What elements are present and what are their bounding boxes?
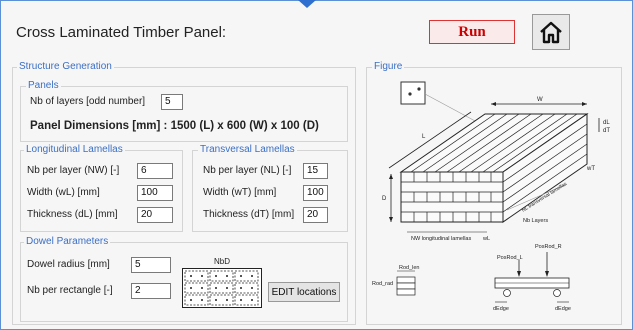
fig-label-edge-left: dEdge	[493, 306, 509, 312]
app-title: Cross Laminated Timber Panel:	[16, 24, 227, 41]
dowel-nb-label: Nb per rectangle [-]	[27, 285, 113, 296]
home-icon	[540, 21, 562, 44]
fig-label-l: L	[422, 134, 426, 140]
top-tab-marker	[298, 0, 316, 8]
fig-label-dl: dL	[603, 120, 610, 126]
fig-label-nb-layers: Nb Layers	[523, 218, 548, 224]
long-nb-input[interactable]: 6	[137, 163, 173, 179]
long-nb-label: Nb per layer (NW) [-]	[27, 165, 120, 176]
dowel-legend: Dowel Parameters	[24, 236, 111, 248]
trans-nb-label: Nb per layer (NL) [-]	[203, 165, 292, 176]
trans-thick-label: Thickness (dT) [mm]	[203, 209, 295, 220]
dowel-radius-label: Dowel radius [mm]	[27, 259, 110, 270]
edit-locations-button[interactable]: EDIT locations	[268, 282, 340, 302]
long-width-input[interactable]: 100	[137, 185, 173, 201]
longitudinal-legend: Longitudinal Lamellas	[24, 144, 125, 156]
fig-label-posrod-r: PosRod_R	[535, 244, 562, 250]
trans-width-label: Width (wT) [mm]	[203, 187, 277, 198]
fig-label-rod-rad: Rod_rad	[372, 281, 393, 287]
fig-label-posrod-l: PosRod_L	[497, 255, 523, 261]
structure-generation-legend: Structure Generation	[17, 61, 114, 73]
fig-label-edge-right: dEdge	[555, 306, 571, 312]
trans-width-input[interactable]: 100	[303, 185, 328, 201]
fig-label-dt: dT	[603, 128, 610, 134]
layers-input[interactable]: 5	[161, 94, 183, 110]
home-button[interactable]	[532, 14, 570, 50]
trans-nb-input[interactable]: 15	[303, 163, 328, 179]
long-thick-label: Thickness (dL) [mm]	[27, 209, 118, 220]
fig-label-d: D	[382, 196, 387, 202]
fig-label-nw-long: NW longitudinal lamellas	[411, 236, 471, 242]
panel-dimensions: Panel Dimensions [mm] : 1500 (L) x 600 (…	[30, 120, 319, 132]
long-width-label: Width (wL) [mm]	[27, 187, 100, 198]
trans-thick-input[interactable]: 20	[303, 207, 328, 223]
dowel-radius-input[interactable]: 5	[131, 257, 171, 273]
dowel-nb-input[interactable]: 2	[131, 283, 171, 299]
fig-label-w: W	[537, 97, 543, 103]
clt-panel-figure: W L D dL dT wT Nb Layers NL transversal …	[372, 81, 610, 312]
transversal-legend: Transversal Lamellas	[198, 144, 297, 156]
dowel-pattern-diagram	[182, 268, 262, 308]
nbd-label: NbD	[214, 257, 231, 266]
fig-label-wl: wL	[482, 236, 490, 242]
long-thick-input[interactable]: 20	[137, 207, 173, 223]
run-button[interactable]: Run	[429, 20, 515, 44]
layers-label: Nb of layers [odd number]	[30, 96, 146, 107]
panels-legend: Panels	[26, 80, 61, 92]
fig-label-rod-len: Rod_len	[399, 265, 420, 271]
fig-label-wt: wT	[586, 166, 595, 172]
